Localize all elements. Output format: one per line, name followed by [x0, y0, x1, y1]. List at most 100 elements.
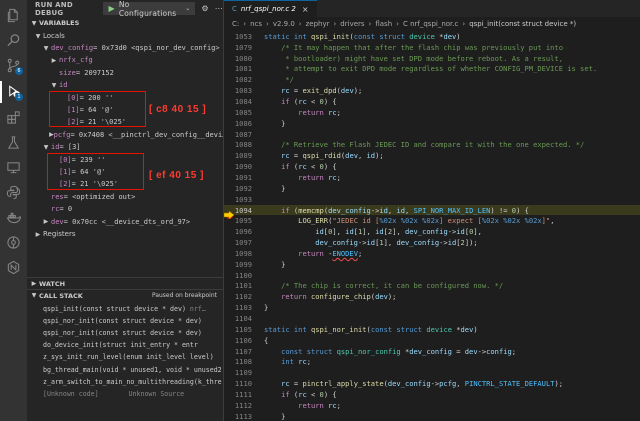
variable-row[interactable]: ▼ dev = 0x70cc <__device_dts_ord_97>	[27, 216, 223, 228]
run-debug-icon[interactable]: 1	[6, 84, 23, 101]
current-line[interactable]: 1094 if (memcmp(dev_config->id, id, SPI_…	[224, 204, 640, 220]
line-number[interactable]: 1095	[224, 216, 254, 225]
callstack-frame[interactable]: bg_thread_main(void * unused1, void * un…	[27, 364, 223, 375]
line-number[interactable]: 1082	[224, 75, 254, 84]
variable-row[interactable]: ▼ id	[27, 79, 223, 91]
code-line[interactable]: 1088 /* Retrieve the Flash JEDEC ID and …	[224, 140, 640, 151]
variables-section-header[interactable]: ▼ VARIABLES	[27, 17, 223, 29]
debug-config-dropdown[interactable]: ▶ No Configurations ⌄	[103, 0, 196, 18]
chevron-down-icon[interactable]: ⌄	[185, 5, 190, 12]
line-number[interactable]: 1109	[224, 368, 254, 377]
line-number[interactable]: 1084	[224, 97, 254, 106]
breadcrumb-item[interactable]: ncs	[250, 20, 262, 28]
line-number[interactable]: 1112	[224, 401, 254, 410]
source-control-icon[interactable]: 6	[6, 58, 23, 75]
code-line[interactable]: 1085 return rc;	[224, 107, 640, 118]
callstack-frame[interactable]: qspi_nor_init(const struct device * dev)	[27, 315, 223, 326]
gitlens-icon[interactable]	[6, 235, 21, 250]
line-number[interactable]: 1099	[224, 260, 254, 269]
line-number[interactable]: 1093	[224, 195, 254, 204]
variable-row[interactable]: ▼ id = [3]	[27, 141, 223, 153]
line-number[interactable]: 1083	[224, 86, 254, 95]
tab-nrf-qspi-nor[interactable]: C nrf_qspi_nor.c 2 ×	[224, 0, 317, 17]
search-icon[interactable]	[6, 33, 21, 48]
variable-row[interactable]: size = 2097152	[27, 67, 223, 79]
code-line[interactable]: 1092 }	[224, 183, 640, 194]
line-number[interactable]: 1108	[224, 357, 254, 366]
testing-icon[interactable]	[6, 135, 21, 150]
callstack-frame[interactable]: z_sys_init_run_level(enum init_level lev…	[27, 352, 223, 363]
breadcrumb-item[interactable]: C nrf_qspi_nor.c	[403, 20, 458, 28]
line-number[interactable]: 1101	[224, 281, 254, 290]
breadcrumb-item[interactable]: C:	[232, 20, 239, 28]
code-line[interactable]: 1101 /* The chip is correct, it can be c…	[224, 281, 640, 292]
python-icon[interactable]	[6, 185, 21, 200]
code-line[interactable]: 1112 return rc;	[224, 400, 640, 411]
code-line[interactable]: 1091 return rc;	[224, 172, 640, 183]
line-number[interactable]: 1087	[224, 130, 254, 139]
files-icon[interactable]	[6, 8, 21, 23]
line-number[interactable]: 1091	[224, 173, 254, 182]
line-number[interactable]: 1111	[224, 390, 254, 399]
callstack-frame[interactable]: qspi_init(const struct device * dev) nrf…	[27, 303, 223, 314]
code-line[interactable]: 1111 if (rc < 0) {	[224, 389, 640, 400]
registers-scope[interactable]: ▼ Registers	[27, 228, 223, 240]
code-line[interactable]: 1107 const struct qspi_nor_config *dev_c…	[224, 346, 640, 357]
code-line[interactable]: 1082 */	[224, 74, 640, 85]
variable-row[interactable]: res = <optimized out>	[27, 191, 223, 203]
line-number[interactable]: 1090	[224, 162, 254, 171]
line-number[interactable]: 1110	[224, 379, 254, 388]
line-number[interactable]: 1080	[224, 54, 254, 63]
line-number[interactable]: 1088	[224, 140, 254, 149]
code-line[interactable]: 1090 if (rc < 0) {	[224, 161, 640, 172]
code-line[interactable]: 1099 }	[224, 259, 640, 270]
code-line[interactable]: 1089 rc = qspi_rdid(dev, id);	[224, 150, 640, 161]
code-line[interactable]: 1086 }	[224, 118, 640, 129]
line-number[interactable]: 1086	[224, 119, 254, 128]
code-line[interactable]: 1096 id[0], id[1], id[2], dev_config->id…	[224, 226, 640, 237]
code-line[interactable]: 1104	[224, 313, 640, 324]
callstack-frame[interactable]: [Unknown code] Unknown Source	[27, 388, 223, 399]
line-number[interactable]: 1053	[224, 32, 254, 41]
line-number[interactable]: 1107	[224, 347, 254, 356]
callstack-frame[interactable]: qspi_nor_init(const struct device * dev)	[27, 327, 223, 338]
breadcrumb-item[interactable]: flash	[375, 20, 392, 28]
line-number[interactable]: 1079	[224, 43, 254, 52]
line-number[interactable]: 1103	[224, 303, 254, 312]
breadcrumb-item[interactable]: drivers	[340, 20, 364, 28]
line-number[interactable]: 1105	[224, 325, 254, 334]
code-line[interactable]: 1103}	[224, 302, 640, 313]
close-icon[interactable]: ×	[302, 5, 309, 14]
code-line[interactable]: 1108 int rc;	[224, 357, 640, 368]
variable-row[interactable]: ▼ pcfg = 0x7408 <__pinctrl_dev_config__de…	[27, 129, 223, 141]
code-line[interactable]: 1079 /* It may happen that after the fla…	[224, 42, 640, 53]
extensions-icon[interactable]	[6, 110, 21, 125]
start-debug-icon[interactable]: ▶	[108, 4, 114, 13]
code-line[interactable]: 1110 rc = pinctrl_apply_state(dev_config…	[224, 378, 640, 389]
locals-scope[interactable]: ▼ Locals	[27, 30, 223, 42]
code-line[interactable]: 1081 * attempt to exit DPD mode regardle…	[224, 64, 640, 75]
code-line[interactable]: 1113 }	[224, 411, 640, 421]
code-line[interactable]: 1105 static int qspi_nor_init(const struc…	[224, 324, 640, 335]
code-line[interactable]: 1053 static int qspi_init(const struct de…	[224, 31, 640, 42]
line-number[interactable]: 1092	[224, 184, 254, 193]
code-line[interactable]: 1083 rc = exit_dpd(dev);	[224, 85, 640, 96]
nordic-icon[interactable]	[6, 260, 21, 275]
variable-row[interactable]: ▼ nrfx_cfg	[27, 54, 223, 66]
line-number[interactable]: 1104	[224, 314, 254, 323]
line-number[interactable]: 1100	[224, 271, 254, 280]
code-line[interactable]: 1106 {	[224, 335, 640, 346]
watch-section-header[interactable]: ▼ WATCH	[27, 277, 223, 289]
callstack-frame[interactable]: do_device_init(struct init_entry * entr	[27, 340, 223, 351]
line-number[interactable]: 1097	[224, 238, 254, 247]
line-number[interactable]: 1106	[224, 336, 254, 345]
code-line[interactable]: 1093	[224, 194, 640, 205]
code-line[interactable]: 1100	[224, 270, 640, 281]
code-line[interactable]: 1098 return -ENODEV;	[224, 248, 640, 259]
breadcrumb-item[interactable]: v2.9.0	[273, 20, 295, 28]
callstack-section-header[interactable]: ▼ CALL STACK Paused on breakpoint	[27, 289, 223, 301]
variable-row[interactable]: ▼ dev_config = 0x73d0 <qspi_nor_dev_confi…	[27, 42, 223, 54]
line-number[interactable]: 1098	[224, 249, 254, 258]
variable-row[interactable]: rc = 0	[27, 203, 223, 215]
callstack-frame[interactable]: z_arm_switch_to_main_no_multithreading(k…	[27, 376, 223, 387]
